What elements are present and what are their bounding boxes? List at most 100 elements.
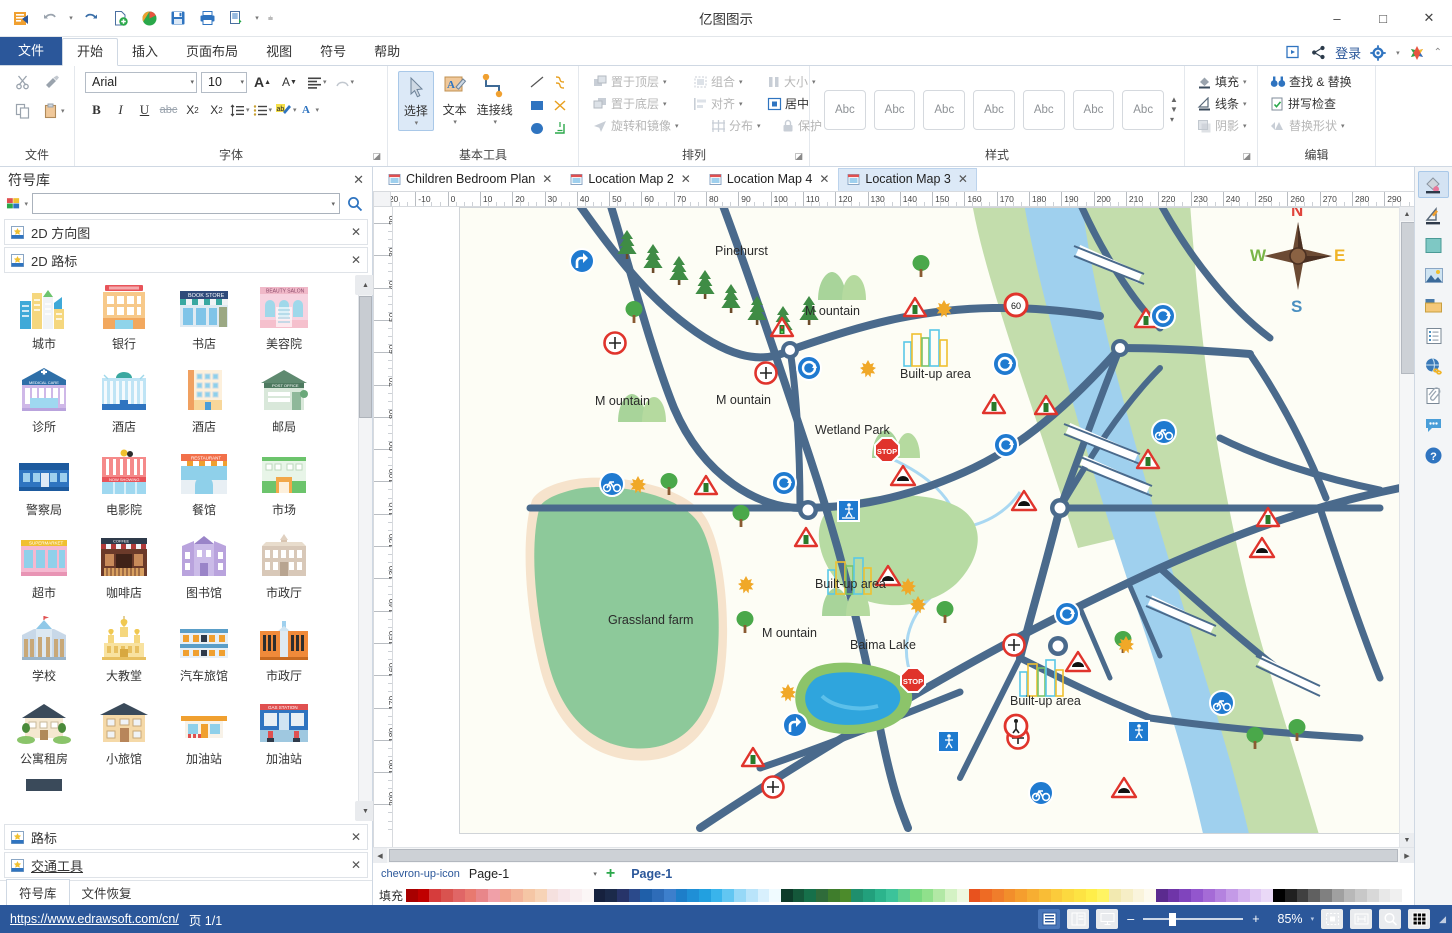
palette-color[interactable]	[523, 888, 535, 902]
palette-color[interactable]	[558, 888, 571, 902]
palette-color[interactable]	[441, 888, 453, 902]
superscript-button[interactable]: X2	[205, 99, 228, 121]
chevron-up-icon[interactable]: chevron-up-icon	[381, 868, 460, 880]
palette-color[interactable]	[1308, 888, 1321, 902]
palette-color[interactable]	[863, 888, 875, 902]
palette-color[interactable]	[534, 888, 547, 902]
search-input[interactable]: ▾	[32, 193, 340, 214]
font-size-combo[interactable]: 10 ▾	[201, 71, 247, 93]
library-symbol-item[interactable]: 市场	[246, 447, 322, 518]
scroll-up-icon[interactable]: ▲	[1400, 207, 1414, 221]
send-to-back-button[interactable]: 置于底层 ▾	[589, 93, 689, 114]
palette-color[interactable]	[652, 888, 664, 902]
menu-tab-page-layout[interactable]: 页面布局	[172, 39, 252, 65]
search-dropdown-icon[interactable]: ▾	[331, 200, 335, 208]
website-link[interactable]: https://www.edrawsoft.com/cn/	[10, 912, 179, 926]
scroll-left-icon[interactable]: ◀	[373, 848, 387, 863]
find-replace-button[interactable]: 查找 & 替换	[1266, 71, 1356, 92]
search-input-field[interactable]	[37, 195, 332, 212]
library-symbol-item[interactable]: 图书馆	[166, 530, 242, 601]
cut-button[interactable]	[12, 71, 35, 93]
library-symbol-item[interactable]: 酒店	[86, 364, 162, 435]
palette-color[interactable]	[1390, 888, 1403, 902]
text-arc-button[interactable]: ▾	[333, 71, 357, 93]
underline-button[interactable]: U	[133, 99, 156, 121]
library-symbol-item[interactable]: 加油站	[166, 696, 242, 767]
palette-color[interactable]	[1261, 888, 1274, 902]
palette-color[interactable]	[874, 888, 887, 902]
library-symbol-item[interactable]: GAS STATION 加油站	[246, 696, 322, 767]
palette-color[interactable]	[921, 888, 934, 902]
palette-color[interactable]	[605, 888, 617, 902]
pencil-tool[interactable]	[549, 117, 572, 139]
hyperlink-panel-icon[interactable]	[1419, 353, 1448, 378]
palette-color[interactable]	[898, 888, 910, 902]
palette-color[interactable]	[1296, 888, 1309, 902]
new-file-icon[interactable]	[107, 5, 133, 31]
redo-icon[interactable]	[78, 5, 104, 31]
palette-color[interactable]	[886, 888, 899, 902]
palette-color[interactable]	[945, 888, 957, 902]
font-name-combo[interactable]: Arial ▾	[85, 71, 197, 93]
paragraph-align-button[interactable]: ▾	[305, 71, 329, 93]
fit-page-button[interactable]	[1321, 909, 1344, 929]
palette-color[interactable]	[851, 888, 864, 902]
palette-color[interactable]	[640, 888, 653, 902]
color-palette[interactable]	[406, 888, 1414, 902]
palette-color[interactable]	[1226, 888, 1239, 902]
style-more-icon[interactable]: ▾	[1170, 115, 1178, 123]
apps-icon[interactable]	[1409, 45, 1425, 61]
center-button[interactable]: 居中	[763, 93, 813, 114]
tab-symbol-library[interactable]: 符号库	[6, 879, 70, 905]
align-objects-button[interactable]: 对齐 ▾	[689, 93, 763, 114]
palette-color[interactable]	[1062, 888, 1074, 902]
rectangle-tool[interactable]	[526, 94, 549, 116]
zoom-slider[interactable]	[1143, 910, 1244, 928]
zoom-slider-knob[interactable]	[1169, 912, 1177, 926]
group-button[interactable]: 组合 ▾	[689, 71, 763, 92]
palette-color[interactable]	[1167, 888, 1180, 902]
library-symbol-item[interactable]: 警察局	[6, 447, 82, 518]
horizontal-ruler[interactable]: -20-100102030405060708090100110120130140…	[391, 191, 1414, 207]
palette-color[interactable]	[1202, 888, 1215, 902]
properties-panel-icon[interactable]	[1419, 323, 1448, 348]
library-symbol-item[interactable]: SUPERMARKET 超市	[6, 530, 82, 601]
style-card[interactable]: Abc	[824, 89, 866, 130]
palette-color[interactable]	[1073, 888, 1086, 902]
palette-color[interactable]	[1331, 888, 1344, 902]
library-symbol-item[interactable]: 汽车旅馆	[166, 613, 242, 684]
replace-shape-button[interactable]: 替换形状 ▾	[1266, 115, 1349, 136]
line-tool[interactable]	[526, 71, 549, 93]
style-card[interactable]: Abc	[873, 89, 916, 130]
close-icon[interactable]: ✕	[351, 858, 361, 872]
export-dropdown-icon[interactable]: ▾	[252, 5, 261, 31]
library-symbol-item[interactable]	[166, 779, 242, 795]
palette-color[interactable]	[781, 888, 793, 902]
palette-color[interactable]	[933, 888, 946, 902]
library-symbol-item[interactable]: 城市	[6, 281, 82, 352]
palette-color[interactable]	[909, 888, 922, 902]
palette-color[interactable]	[499, 888, 512, 902]
text-tool[interactable]: A 文本 ▾	[438, 71, 472, 129]
font-color-button[interactable]: A ▾	[299, 99, 321, 121]
connector-tool[interactable]: 连接线 ▾	[476, 71, 515, 129]
ellipse-tool[interactable]	[526, 117, 549, 139]
palette-color[interactable]	[1378, 888, 1391, 902]
strikethrough-button[interactable]: abc	[157, 99, 180, 121]
close-icon[interactable]: ✕	[351, 253, 361, 267]
palette-color[interactable]	[804, 888, 817, 902]
zoom-out-button[interactable]: –	[1125, 912, 1136, 926]
palette-color[interactable]	[1120, 888, 1133, 902]
menu-tab-file[interactable]: 文件	[0, 37, 63, 65]
image-panel-icon[interactable]	[1419, 263, 1448, 288]
color-swatch-icon[interactable]	[1419, 233, 1448, 258]
library-symbol-item[interactable]: NOW SHOWING 电影院	[86, 447, 162, 518]
scroll-thumb[interactable]	[1401, 222, 1415, 374]
palette-color[interactable]	[406, 888, 418, 902]
palette-color[interactable]	[546, 888, 559, 902]
library-symbol-item[interactable]: COFFEE 咖啡店	[86, 530, 162, 601]
open-file-icon[interactable]	[136, 5, 162, 31]
italic-button[interactable]: I	[109, 99, 132, 121]
vertical-ruler[interactable]: 20 30 40 50 60 70 80 90 100 110 120 130 140 150 160 170…	[373, 207, 393, 847]
library-category-landmark[interactable]: 路标 ✕	[4, 824, 368, 850]
